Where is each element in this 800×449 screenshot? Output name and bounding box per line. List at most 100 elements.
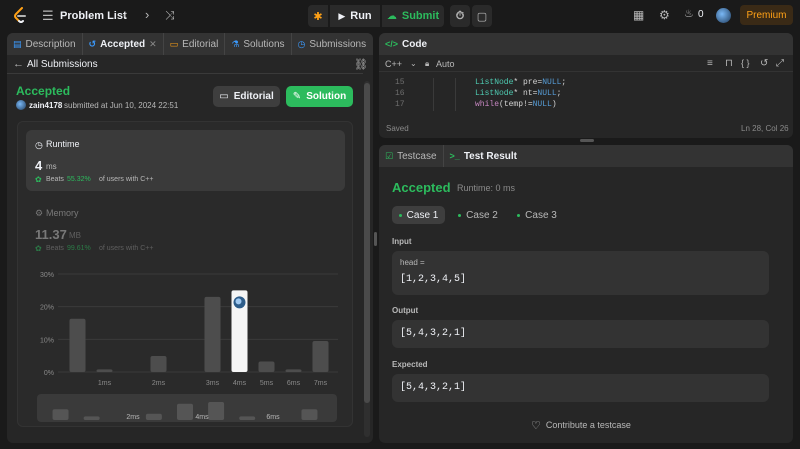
problem-list-icon[interactable]: ☰: [42, 9, 54, 22]
indent-guide: [455, 89, 456, 100]
run-button[interactable]: ▶ Run: [330, 5, 380, 27]
bar[interactable]: [69, 318, 86, 372]
next-problem-icon[interactable]: ›: [145, 8, 149, 21]
tab-testcase[interactable]: ☑ Testcase: [379, 145, 444, 167]
prev-problem-icon[interactable]: ‹: [123, 8, 127, 21]
left-panel: ▤ Description ↺ Accepted ✕ ▭ Editorial ⚗…: [7, 33, 373, 443]
close-tab-icon[interactable]: ✕: [149, 39, 157, 50]
code-editor[interactable]: 15 ListNode* pre=NULL; 16 ListNode* nt=NULL…: [379, 73, 793, 115]
output-box[interactable]: [5,4,3,2,1]: [392, 320, 769, 348]
tab-accepted[interactable]: ↺ Accepted ✕: [83, 33, 164, 55]
tab-submissions[interactable]: ◷ Submissions: [292, 33, 373, 55]
bar[interactable]: [258, 361, 275, 372]
output-value: [5,4,3,2,1]: [400, 328, 467, 339]
submit-button[interactable]: ☁ Submit: [382, 5, 444, 27]
expected-label: Expected: [392, 360, 428, 369]
bar[interactable]: [150, 355, 167, 372]
checkbox-icon: ☑: [385, 150, 394, 161]
auto-mode[interactable]: Auto: [436, 59, 455, 69]
memory-beats-icon: ✿: [35, 244, 42, 253]
input-label: Input: [392, 237, 412, 246]
expected-box[interactable]: [5,4,3,2,1]: [392, 374, 769, 402]
memory-card[interactable]: ⚙ Memory 11.37 MB ✿ Beats 99.61% of user…: [26, 202, 345, 262]
streak-count: 0: [698, 9, 704, 20]
top-bar: ☰ Problem List ‹ › ⤨ ✱ ▶ Run ☁ Submit ⏱ …: [0, 0, 800, 31]
layout-grid-icon[interactable]: ▦: [633, 9, 644, 21]
indent-guide: [433, 100, 434, 111]
streak-fire-icon[interactable]: ♨: [684, 9, 694, 20]
book-open-icon: ▭: [219, 91, 229, 102]
leetcode-logo-icon[interactable]: [13, 7, 27, 24]
runtime-distribution-chart[interactable]: 30% 20% 10% 0% 1ms 2ms 3ms 4ms 5ms 6ms 7ms: [18, 264, 354, 388]
contribute-testcase-link[interactable]: ♡ Contribute a testcase: [531, 418, 631, 432]
runtime-beats-label: Beats: [46, 176, 64, 183]
debug-icon[interactable]: ✱: [308, 5, 328, 27]
braces-icon[interactable]: { }: [741, 58, 750, 68]
settings-gear-icon[interactable]: ⚙: [659, 9, 670, 21]
history-icon: ↺: [88, 38, 97, 49]
y-tick-label: 10%: [40, 337, 54, 344]
runtime-label: Runtime: [46, 139, 80, 149]
expected-value: [5,4,3,2,1]: [400, 382, 467, 393]
chart-range-selector[interactable]: 2ms 4ms 6ms: [37, 394, 337, 422]
tab-description[interactable]: ▤ Description: [7, 33, 83, 55]
mini-bar: [239, 416, 256, 420]
submitted-time: submitted at Jun 10, 2024 22:51: [64, 101, 179, 110]
runtime-card[interactable]: ◷ Runtime 4 ms ✿ Beats 55.32% of users w…: [26, 130, 345, 191]
submitter-username[interactable]: zain4178: [29, 101, 62, 110]
indent-guide: [455, 100, 456, 111]
vertical-splitter-handle[interactable]: [374, 232, 377, 246]
tab-editorial[interactable]: ▭ Editorial: [164, 33, 226, 55]
share-link-icon[interactable]: ⛓: [354, 58, 368, 71]
back-arrow-icon[interactable]: ←: [13, 58, 24, 70]
shuffle-icon[interactable]: ⤨: [165, 9, 175, 21]
tab-solutions[interactable]: ⚗ Solutions: [225, 33, 292, 55]
language-select[interactable]: C++: [385, 59, 402, 69]
line-number: 17: [395, 100, 405, 109]
y-tick-label: 30%: [40, 272, 54, 279]
input-value: [1,2,3,4,5]: [400, 274, 467, 285]
divider: [7, 73, 363, 74]
notes-icon[interactable]: ▢: [472, 5, 492, 27]
left-tab-bar: ▤ Description ↺ Accepted ✕ ▭ Editorial ⚗…: [7, 33, 373, 55]
user-avatar-small: [16, 100, 26, 110]
cursor-position: Ln 28, Col 26: [741, 124, 789, 133]
x-tick-label: 2ms: [152, 380, 166, 387]
save-status: Saved: [386, 124, 409, 133]
code-brackets-icon: </>: [385, 39, 399, 49]
runtime-beats-suffix: of users with C++: [99, 176, 154, 183]
format-icon[interactable]: ≡: [707, 58, 713, 69]
memory-value: 11.37: [35, 227, 67, 242]
runtime-unit: ms: [46, 162, 57, 171]
fullscreen-icon[interactable]: ⤢: [776, 58, 784, 69]
bar[interactable]: [96, 369, 113, 372]
left-scrollbar-track[interactable]: [364, 81, 370, 437]
edit-icon: ✎: [292, 91, 302, 102]
timer-icon[interactable]: ⏱: [450, 5, 470, 27]
case-tab-1[interactable]: Case 1: [392, 206, 445, 224]
case-tab-3[interactable]: Case 3: [512, 206, 562, 224]
x-tick-label: 6ms: [287, 380, 301, 387]
input-box[interactable]: head = [1,2,3,4,5]: [392, 251, 769, 295]
editorial-button[interactable]: ▭ Editorial: [213, 86, 280, 107]
left-scrollbar-thumb[interactable]: [364, 83, 370, 403]
bar[interactable]: [204, 296, 221, 372]
bar[interactable]: [312, 340, 329, 372]
tab-code[interactable]: </> Code: [379, 33, 433, 55]
all-submissions-link[interactable]: All Submissions: [27, 59, 98, 70]
reset-icon[interactable]: ↺: [760, 58, 768, 69]
tab-test-result[interactable]: >_ Test Result: [444, 145, 523, 167]
result-tab-bar: ☑ Testcase >_ Test Result: [379, 145, 793, 167]
premium-button[interactable]: Premium: [740, 5, 793, 25]
case-tab-2[interactable]: Case 2: [453, 206, 503, 224]
solution-button[interactable]: ✎ Solution: [286, 86, 353, 107]
input-var-name: head =: [400, 258, 425, 267]
memory-beats-suffix: of users with C++: [99, 245, 154, 252]
problem-list-link[interactable]: Problem List: [60, 10, 127, 22]
pass-dot-icon: [458, 213, 462, 217]
horizontal-splitter-handle[interactable]: [580, 139, 594, 142]
bookmark-icon[interactable]: ⊓: [725, 58, 733, 69]
x-tick-label: 4ms: [233, 380, 247, 387]
bar[interactable]: [285, 369, 302, 372]
user-avatar[interactable]: [716, 8, 731, 23]
